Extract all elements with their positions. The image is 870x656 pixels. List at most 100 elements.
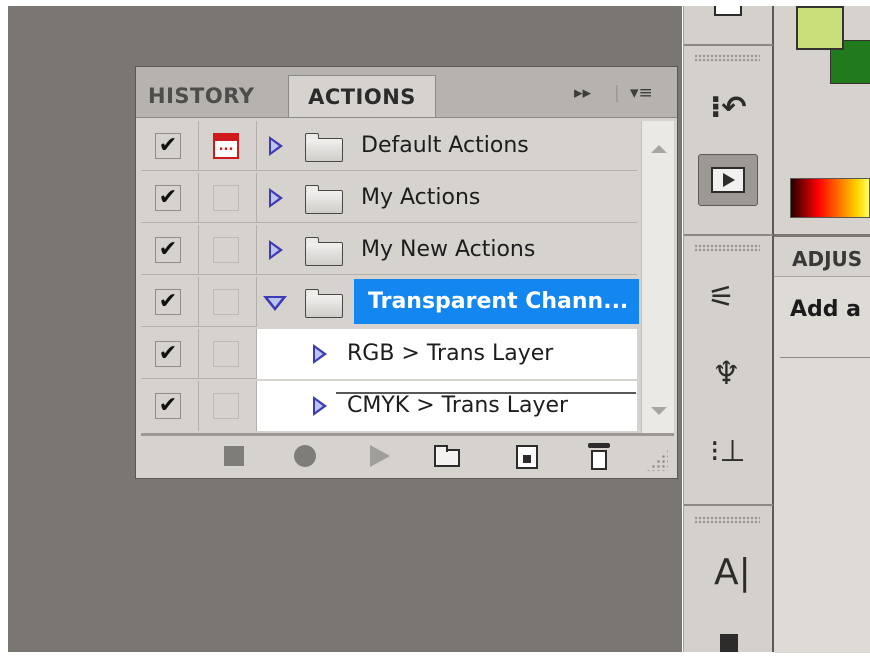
paragraph-icon: [720, 634, 738, 652]
dock-grip[interactable]: [694, 516, 760, 524]
color-spectrum-ramp[interactable]: [790, 178, 870, 218]
panel-icon: [714, 6, 742, 16]
stop-recording-icon[interactable]: [224, 446, 244, 466]
action-set-label: Default Actions: [361, 133, 529, 158]
trash-lid: [588, 443, 610, 448]
brushes-panel-button[interactable]: ♆: [698, 350, 758, 402]
item-toggle-cell: ✔: [141, 277, 199, 327]
list-item-cmyk-trans-layer[interactable]: ✔ CMYK > Trans Layer: [141, 381, 641, 433]
trash-can: [591, 450, 607, 470]
folder-icon: [305, 289, 343, 318]
dock-divider: [684, 504, 773, 506]
new-action-icon[interactable]: [516, 445, 538, 469]
collapse-triangle-icon[interactable]: [263, 296, 287, 311]
item-toggle-checkbox[interactable]: ✔: [155, 237, 181, 263]
expand-triangle-icon[interactable]: [269, 188, 283, 208]
tab-history[interactable]: HISTORY: [148, 75, 288, 117]
dialog-toggle-empty[interactable]: [213, 289, 239, 315]
item-toggle-cell: ✔: [141, 329, 199, 379]
character-panel-button[interactable]: A|: [698, 546, 758, 598]
actions-footer-toolbar: [136, 437, 677, 478]
adjustments-panel: Add a: [774, 276, 870, 653]
dialog-toggle-cell: [199, 277, 257, 327]
scroll-up-arrow-icon[interactable]: [651, 145, 667, 153]
dialog-toggle-cell: [199, 225, 257, 275]
action-set-label: My Actions: [361, 185, 481, 210]
begin-recording-icon[interactable]: [294, 445, 316, 467]
expand-triangle-icon[interactable]: [313, 396, 327, 416]
row-divider: [336, 392, 636, 394]
action-set-cell: My New Actions: [257, 225, 637, 275]
collapse-panel-icon[interactable]: ▸▸: [574, 83, 591, 107]
expand-triangle-icon[interactable]: [269, 240, 283, 260]
action-cell: RGB > Trans Layer: [257, 329, 637, 379]
tab-adjustments[interactable]: ADJUS: [780, 238, 870, 274]
foreground-color-swatch[interactable]: [796, 6, 844, 50]
tab-divider: |: [614, 83, 620, 103]
list-item-transparent-channels[interactable]: ✔ Transparent Chann...: [141, 277, 641, 329]
footer-divider: [141, 433, 674, 436]
actions-panel: HISTORY ACTIONS ▸▸ | ▾≡ ✔ ... Default Ac…: [135, 66, 678, 479]
delete-trash-icon[interactable]: [588, 443, 610, 471]
history-icon: ⁝↶: [710, 90, 747, 125]
resize-grip-icon[interactable]: [646, 449, 668, 471]
list-item-default-actions[interactable]: ✔ ... Default Actions: [141, 121, 641, 173]
list-scrollbar[interactable]: [641, 121, 674, 433]
brush-icon: ⚟: [708, 280, 735, 315]
action-label: CMYK > Trans Layer: [347, 393, 569, 418]
dock-divider: [684, 234, 773, 236]
dock-divider: [684, 44, 773, 46]
action-set-cell: Default Actions: [257, 121, 637, 171]
expand-triangle-icon[interactable]: [313, 344, 327, 364]
item-toggle-checkbox[interactable]: ✔: [155, 133, 181, 159]
list-item-my-new-actions[interactable]: ✔ My New Actions: [141, 225, 641, 277]
item-toggle-checkbox[interactable]: ✔: [155, 289, 181, 315]
new-set-folder-icon[interactable]: [434, 445, 460, 467]
brush-presets-button[interactable]: ⚟: [698, 274, 758, 326]
item-toggle-checkbox[interactable]: ✔: [155, 185, 181, 211]
item-toggle-cell: ✔: [141, 381, 199, 431]
dialog-toggle-empty[interactable]: [213, 393, 239, 419]
dialog-toggle-cell: ...: [199, 121, 257, 171]
panel-button-top[interactable]: [698, 6, 758, 36]
dialog-toggle-empty[interactable]: [213, 185, 239, 211]
adjustments-divider: [780, 357, 870, 358]
dialog-toggle-cell: [199, 173, 257, 223]
panel-tab-bar: HISTORY ACTIONS ▸▸ | ▾≡: [136, 67, 677, 118]
action-set-cell: My Actions: [257, 173, 637, 223]
list-item-rgb-trans-layer[interactable]: ✔ RGB > Trans Layer: [141, 329, 641, 381]
right-panel-column: ADJUS Add a: [774, 6, 870, 653]
clone-stamp-icon: ⁝⊥: [710, 434, 746, 469]
actions-icon: [711, 167, 745, 193]
item-toggle-checkbox[interactable]: ✔: [155, 393, 181, 419]
list-item-my-actions[interactable]: ✔ My Actions: [141, 173, 641, 225]
dialog-toggle-icon[interactable]: ...: [213, 133, 239, 159]
play-selection-icon[interactable]: [370, 445, 390, 467]
panel-menu-icon[interactable]: ▾≡: [630, 83, 653, 107]
panel-dock: ⁝↶ ⚟ ♆ ⁝⊥ A|: [683, 6, 774, 652]
brushes-icon: ♆: [712, 354, 741, 392]
dock-grip[interactable]: [694, 54, 760, 62]
scroll-down-arrow-icon[interactable]: [651, 407, 667, 415]
dialog-toggle-cell: [199, 381, 257, 431]
clone-source-button[interactable]: ⁝⊥: [698, 430, 758, 482]
dialog-toggle-empty[interactable]: [213, 341, 239, 367]
action-cell: CMYK > Trans Layer: [257, 381, 637, 431]
item-toggle-checkbox[interactable]: ✔: [155, 341, 181, 367]
folder-icon: [305, 185, 343, 214]
tab-actions[interactable]: ACTIONS: [288, 75, 436, 117]
action-set-label: Transparent Chann...: [368, 289, 629, 314]
folder-icon: [305, 237, 343, 266]
action-label: RGB > Trans Layer: [347, 341, 554, 366]
history-panel-button[interactable]: ⁝↶: [698, 82, 758, 134]
action-set-label: My New Actions: [361, 237, 536, 262]
dialog-toggle-empty[interactable]: [213, 237, 239, 263]
paragraph-panel-button[interactable]: [698, 626, 758, 652]
item-toggle-cell: ✔: [141, 121, 199, 171]
actions-panel-button[interactable]: [698, 154, 758, 206]
expand-triangle-icon[interactable]: [269, 136, 283, 156]
adjustments-heading: Add a: [790, 297, 862, 322]
dock-grip[interactable]: [694, 244, 760, 252]
actions-list: ✔ ... Default Actions ✔ My Actions ✔ My …: [141, 121, 641, 433]
folder-icon: [305, 133, 343, 162]
